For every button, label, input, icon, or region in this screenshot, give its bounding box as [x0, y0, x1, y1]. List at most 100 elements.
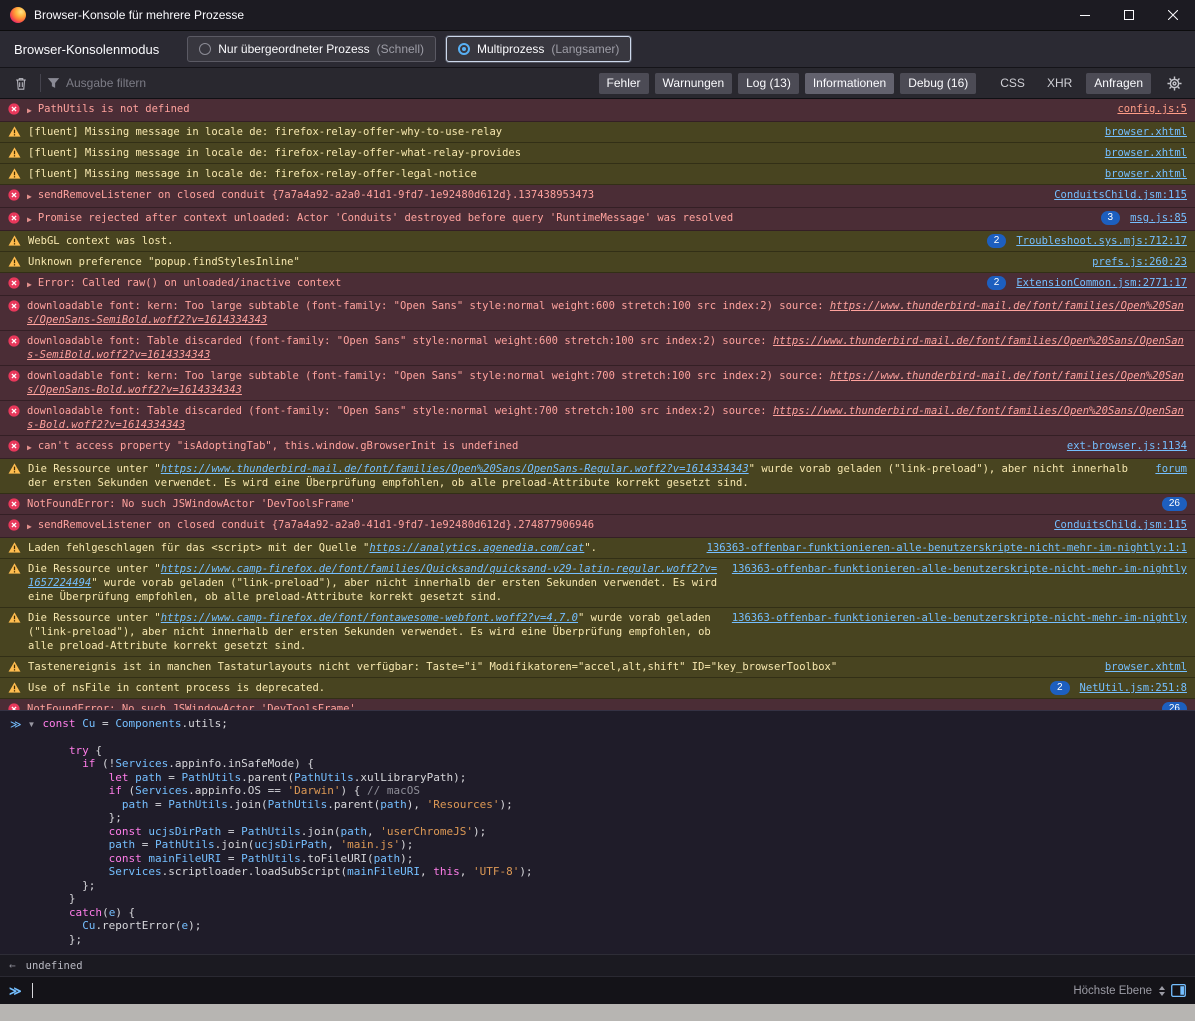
- code-line: };: [42, 933, 1187, 947]
- code-line: const mainFileURI = PathUtils.toFileURI(…: [42, 852, 1187, 866]
- console-message: downloadable font: kern: Too large subta…: [0, 366, 1195, 401]
- source-location-link[interactable]: prefs.js:260:23: [1092, 255, 1187, 269]
- warning-icon: [8, 563, 21, 574]
- error-icon: [8, 212, 20, 224]
- code-token: .join(: [301, 825, 341, 838]
- evaluated-command-block: ≫ ▼ const Cu = Components.utils; try { i…: [0, 710, 1195, 955]
- source-location-link[interactable]: 136363-offenbar-funktionieren-alle-benut…: [732, 611, 1187, 625]
- console-messages[interactable]: ▶PathUtils is not definedconfig.js:5[flu…: [0, 99, 1195, 710]
- code-line: try {: [42, 744, 1187, 758]
- error-icon: [8, 335, 20, 347]
- code-token: {: [89, 744, 102, 757]
- code-token: mainFileURI: [148, 852, 221, 865]
- source-location-link[interactable]: ConduitsChild.jsm:115: [1054, 518, 1187, 532]
- message-text: Tastenereignis ist in manchen Tastaturla…: [28, 660, 1095, 674]
- source-location-link[interactable]: forum: [1155, 462, 1187, 476]
- code-token: );: [188, 919, 201, 932]
- message-url-link[interactable]: https://www.camp-firefox.de/font/fontawe…: [161, 612, 578, 624]
- code-token: =: [221, 852, 241, 865]
- expand-arrow-icon[interactable]: ▶: [27, 520, 32, 534]
- message-url-link[interactable]: https://www.thunderbird-mail.de/font/fam…: [27, 300, 1184, 326]
- filter-button-informationen[interactable]: Informationen: [805, 73, 894, 94]
- source-location-link[interactable]: browser.xhtml: [1105, 167, 1187, 181]
- collapse-arrow-icon[interactable]: ▼: [28, 720, 36, 729]
- mode-parent-process-button[interactable]: Nur übergeordneter Prozess (Schnell): [187, 36, 436, 62]
- result-arrow-icon: ←: [9, 959, 16, 972]
- source-location-link[interactable]: ConduitsChild.jsm:115: [1054, 188, 1187, 202]
- console-message: downloadable font: Table discarded (font…: [0, 401, 1195, 436]
- code-token: [42, 784, 108, 797]
- settings-button[interactable]: [1161, 71, 1187, 95]
- error-icon: [8, 498, 20, 510]
- source-location-link[interactable]: browser.xhtml: [1105, 660, 1187, 674]
- split-console-button[interactable]: [1171, 984, 1186, 997]
- source-location-link[interactable]: NetUtil.jsm:251:8: [1080, 681, 1187, 695]
- split-panel-icon: [1171, 984, 1186, 997]
- expand-arrow-icon[interactable]: ▶: [27, 441, 32, 455]
- code-token: 'Resources': [427, 798, 500, 811]
- error-icon: [8, 103, 20, 115]
- maximize-button[interactable]: [1107, 0, 1151, 30]
- source-location-link[interactable]: ExtensionCommon.jsm:2771:17: [1016, 276, 1187, 290]
- filter-button-log[interactable]: Log (13): [738, 73, 799, 94]
- console-message: Unknown preference "popup.findStylesInli…: [0, 252, 1195, 273]
- expand-arrow-icon[interactable]: ▶: [27, 104, 32, 118]
- clear-console-button[interactable]: [8, 71, 34, 95]
- command-code: const Cu = Components.utils; try { if (!…: [42, 717, 1187, 947]
- repeat-count-badge: 3: [1101, 211, 1121, 225]
- code-token: path: [135, 771, 162, 784]
- code-token: );: [473, 825, 486, 838]
- message-url-link[interactable]: https://www.thunderbird-mail.de/font/fam…: [27, 370, 1184, 396]
- source-location-link[interactable]: Troubleshoot.sys.mjs:712:17: [1016, 234, 1187, 248]
- source-location-link[interactable]: msg.js:85: [1130, 211, 1187, 225]
- toolbar-separator: [40, 74, 41, 92]
- code-token: (!: [95, 757, 115, 770]
- code-token: PathUtils: [294, 771, 354, 784]
- expand-arrow-icon[interactable]: ▶: [27, 190, 32, 204]
- message-url-link[interactable]: https://www.thunderbird-mail.de/font/fam…: [27, 335, 1184, 361]
- filter-button-warnungen[interactable]: Warnungen: [655, 73, 733, 94]
- source-location-link[interactable]: ext-browser.js:1134: [1067, 439, 1187, 453]
- expand-arrow-icon[interactable]: ▶: [27, 213, 32, 227]
- filter-button-fehler[interactable]: Fehler: [599, 73, 649, 94]
- source-location-link[interactable]: 136363-offenbar-funktionieren-alle-benut…: [707, 541, 1187, 555]
- minimize-button[interactable]: [1063, 0, 1107, 30]
- code-line: if (Services.appinfo.OS == 'Darwin') { /…: [42, 784, 1187, 798]
- code-token: ucjsDirPath: [148, 825, 221, 838]
- evaluation-context-selector[interactable]: Höchste Ebene: [1073, 985, 1165, 997]
- expand-arrow-icon[interactable]: ▶: [27, 278, 32, 292]
- source-location-link[interactable]: browser.xhtml: [1105, 146, 1187, 160]
- error-icon: [8, 405, 20, 417]
- message-text: Error: Called raw() on unloaded/inactive…: [38, 276, 977, 290]
- filter-button-debug[interactable]: Debug (16): [900, 73, 976, 94]
- code-token: Services: [109, 865, 162, 878]
- source-location-link[interactable]: config.js:5: [1117, 102, 1187, 116]
- console-message: Tastenereignis ist in manchen Tastaturla…: [0, 657, 1195, 678]
- message-text: Die Ressource unter "https://www.camp-fi…: [28, 611, 722, 653]
- browser-console-window: Browser-Konsole für mehrere Prozesse Bro…: [0, 0, 1195, 1021]
- code-token: };: [42, 879, 95, 892]
- filter-button-anfragen[interactable]: Anfragen: [1086, 73, 1151, 94]
- message-url-link[interactable]: https://www.thunderbird-mail.de/font/fam…: [27, 405, 1184, 431]
- console-message: ▶PathUtils is not definedconfig.js:5: [0, 99, 1195, 122]
- close-button[interactable]: [1151, 0, 1195, 30]
- console-message: ▶ sendRemoveListener on closed conduit {7…: [0, 515, 1195, 538]
- code-token: const: [109, 825, 142, 838]
- mode-multiprocess-button[interactable]: Multiprozess (Langsamer): [446, 36, 631, 62]
- code-token: [42, 838, 108, 851]
- message-text: sendRemoveListener on closed conduit {7a…: [38, 518, 1044, 532]
- titlebar: Browser-Konsole für mehrere Prozesse: [0, 0, 1195, 30]
- filter-input[interactable]: [66, 76, 296, 90]
- message-url-link[interactable]: https://analytics.agenedia.com/cat: [369, 542, 584, 554]
- code-token: [42, 906, 69, 919]
- source-location-link[interactable]: 136363-offenbar-funktionieren-alle-benut…: [732, 562, 1187, 576]
- message-url-link[interactable]: https://www.camp-firefox.de/font/familie…: [28, 563, 717, 589]
- code-token: .scriptloader.loadSubScript(: [162, 865, 347, 878]
- source-location-link[interactable]: browser.xhtml: [1105, 125, 1187, 139]
- filter-button-css[interactable]: CSS: [992, 73, 1033, 94]
- filter-button-xhr[interactable]: XHR: [1039, 73, 1080, 94]
- console-input-bar[interactable]: ≫ Höchste Ebene: [0, 976, 1195, 1004]
- message-url-link[interactable]: https://www.thunderbird-mail.de/font/fam…: [161, 463, 749, 475]
- error-icon: [8, 189, 20, 201]
- code-line: Cu.reportError(e);: [42, 919, 1187, 933]
